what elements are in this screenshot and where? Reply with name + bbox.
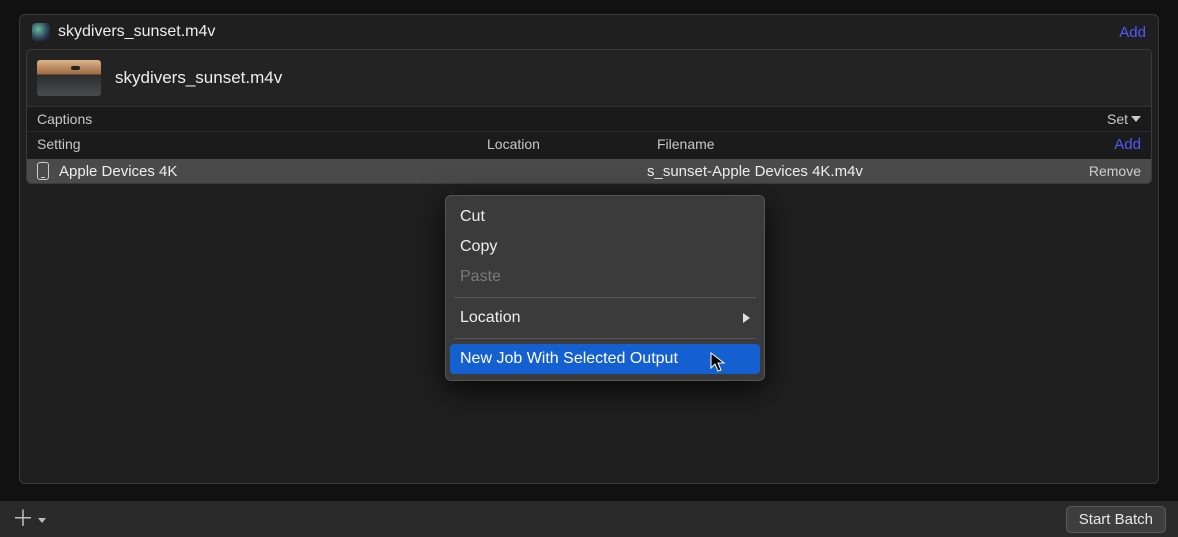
menu-item-location[interactable]: Location bbox=[446, 303, 764, 333]
context-menu: Cut Copy Paste Location New Job With Sel… bbox=[445, 195, 765, 381]
add-output-link[interactable]: Add bbox=[1101, 136, 1141, 153]
col-location-header: Location bbox=[487, 136, 657, 153]
output-filename-cell: s_sunset-Apple Devices 4K.m4v bbox=[647, 163, 1071, 180]
col-setting-header: Setting bbox=[37, 136, 487, 153]
video-thumbnail bbox=[37, 60, 101, 96]
chevron-right-icon bbox=[743, 313, 750, 323]
output-row[interactable]: Apple Devices 4K s_sunset-Apple Devices … bbox=[27, 159, 1151, 183]
start-batch-button[interactable]: Start Batch bbox=[1066, 506, 1166, 533]
menu-item-new-job[interactable]: New Job With Selected Output bbox=[450, 344, 760, 374]
columns-header: Setting Location Filename Add bbox=[27, 131, 1151, 159]
footer: ＋ Start Batch bbox=[0, 501, 1178, 537]
menu-item-cut[interactable]: Cut bbox=[446, 202, 764, 232]
set-label: Set bbox=[1107, 111, 1128, 127]
job-name: skydivers_sunset.m4v bbox=[115, 68, 282, 88]
output-setting-name: Apple Devices 4K bbox=[59, 163, 177, 180]
menu-separator-2 bbox=[454, 338, 756, 339]
job-card: skydivers_sunset.m4v Captions Set Settin… bbox=[26, 49, 1152, 184]
batch-title: skydivers_sunset.m4v bbox=[58, 23, 1119, 41]
chevron-down-icon bbox=[1131, 116, 1141, 122]
add-menu-button[interactable]: ＋ bbox=[12, 508, 46, 530]
menu-item-copy[interactable]: Copy bbox=[446, 232, 764, 262]
menu-item-location-label: Location bbox=[460, 309, 521, 327]
add-job-link[interactable]: Add bbox=[1119, 24, 1146, 41]
app-icon bbox=[32, 23, 50, 41]
captions-label: Captions bbox=[37, 111, 92, 127]
captions-set-toggle[interactable]: Set bbox=[1107, 111, 1141, 127]
menu-separator bbox=[454, 297, 756, 298]
menu-item-paste: Paste bbox=[446, 262, 764, 292]
job-header[interactable]: skydivers_sunset.m4v bbox=[27, 50, 1151, 106]
col-filename-header: Filename bbox=[657, 136, 1101, 153]
remove-output-button[interactable]: Remove bbox=[1071, 163, 1141, 179]
plus-icon: ＋ bbox=[12, 508, 34, 530]
chevron-down-icon bbox=[38, 518, 46, 523]
output-setting-cell: Apple Devices 4K bbox=[37, 162, 477, 180]
device-icon bbox=[37, 162, 49, 180]
batch-panel: skydivers_sunset.m4v Add skydivers_sunse… bbox=[19, 14, 1159, 484]
captions-row: Captions Set bbox=[27, 106, 1151, 131]
batch-header: skydivers_sunset.m4v Add bbox=[20, 15, 1158, 49]
